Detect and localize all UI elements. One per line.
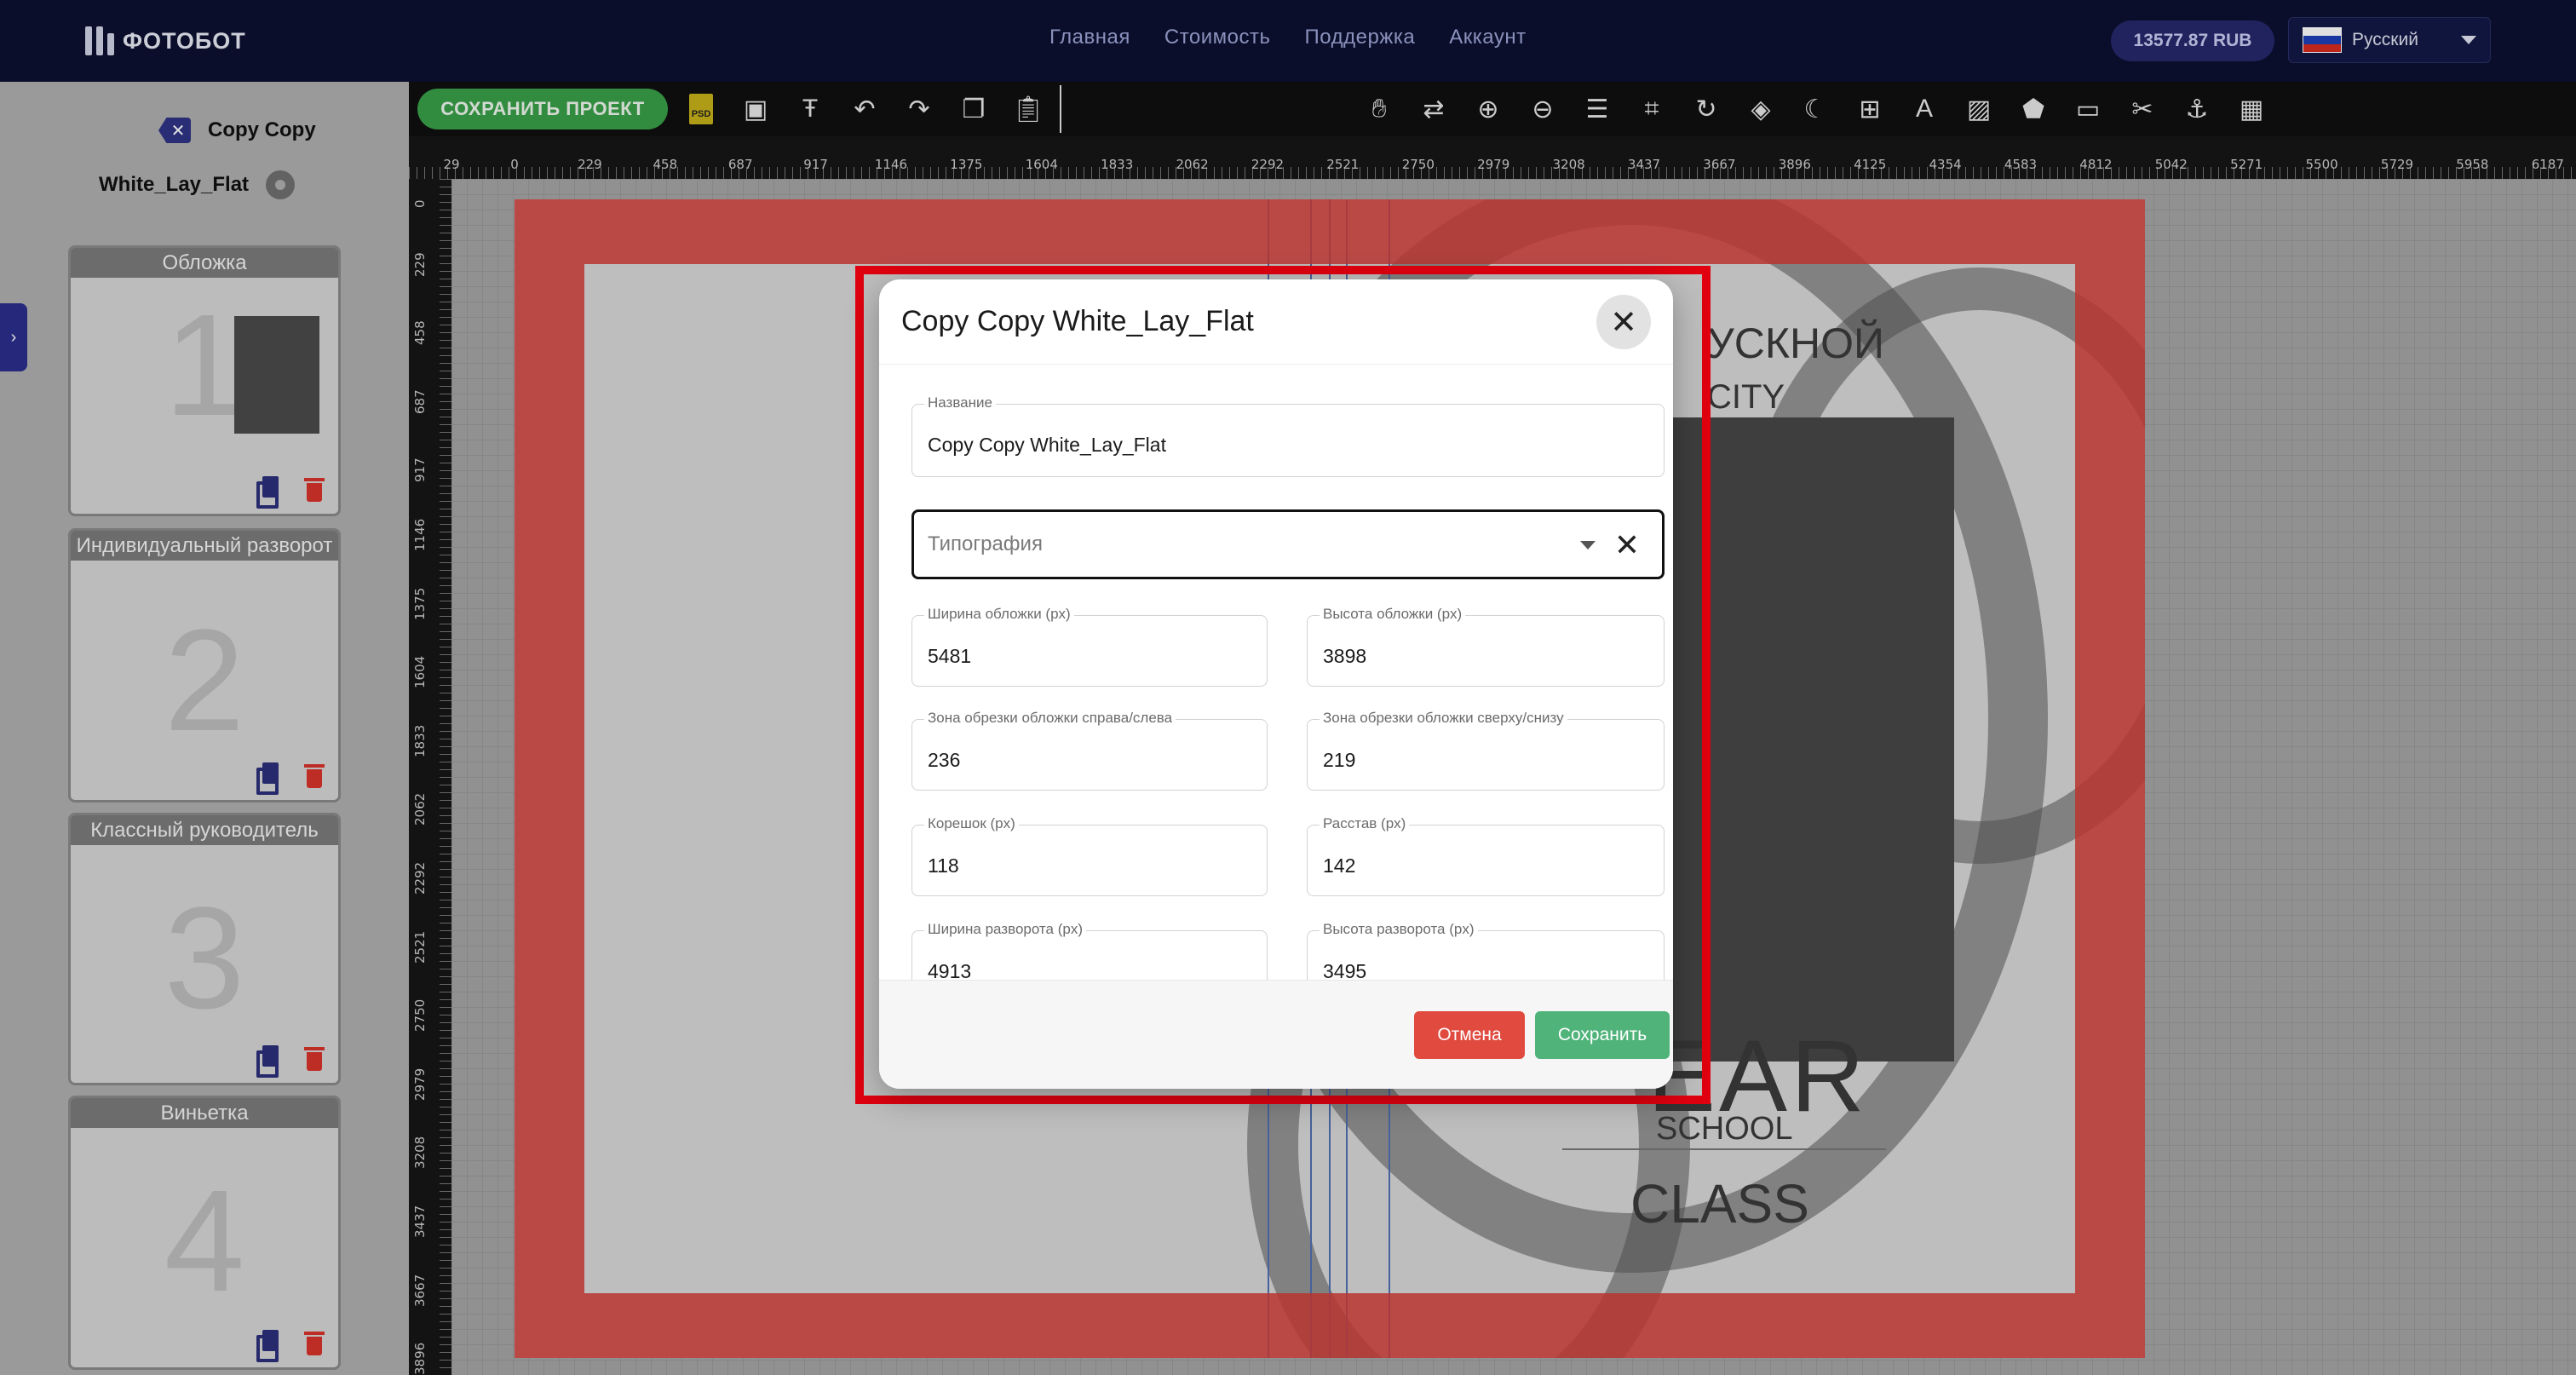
name-field[interactable]: Название Copy Copy White_Lay_Flat bbox=[911, 394, 1665, 477]
field-value: 142 bbox=[1323, 854, 1356, 877]
field-value: 5481 bbox=[928, 645, 972, 667]
spine-field[interactable]: Корешок (px) 118 bbox=[911, 815, 1268, 896]
field-value: 236 bbox=[928, 749, 961, 771]
spacing-field[interactable]: Расстав (px) 142 bbox=[1307, 815, 1665, 896]
chevron-down-icon[interactable] bbox=[1580, 541, 1596, 549]
field-label: Расстав (px) bbox=[1320, 815, 1410, 832]
cover-bleed-lr-field[interactable]: Зона обрезки обложки справа/слева 236 bbox=[911, 710, 1268, 791]
cover-height-field[interactable]: Высота обложки (px) 3898 bbox=[1307, 606, 1665, 687]
field-label: Ширина разворота (px) bbox=[924, 921, 1086, 938]
typography-select[interactable]: Типография ✕ bbox=[911, 509, 1665, 579]
name-field-value: Copy Copy White_Lay_Flat bbox=[928, 434, 1166, 456]
cancel-button[interactable]: Отмена bbox=[1414, 1011, 1525, 1059]
field-label: Зона обрезки обложки сверху/снизу bbox=[1320, 710, 1567, 727]
field-label: Высота обложки (px) bbox=[1320, 606, 1466, 623]
dialog-header: Copy Copy White_Lay_Flat ✕ bbox=[879, 279, 1673, 365]
field-label: Корешок (px) bbox=[924, 815, 1019, 832]
field-value: 118 bbox=[928, 854, 959, 877]
dialog-title: Copy Copy White_Lay_Flat bbox=[901, 305, 1254, 337]
save-button[interactable]: Сохранить bbox=[1535, 1011, 1670, 1059]
field-value: 219 bbox=[1323, 749, 1356, 771]
clear-icon[interactable]: ✕ bbox=[1614, 527, 1640, 563]
cover-width-field[interactable]: Ширина обложки (px) 5481 bbox=[911, 606, 1268, 687]
cover-bleed-tb-field[interactable]: Зона обрезки обложки сверху/снизу 219 bbox=[1307, 710, 1665, 791]
typography-placeholder: Типография bbox=[928, 532, 1043, 555]
name-field-label: Название bbox=[924, 394, 996, 411]
field-label: Ширина обложки (px) bbox=[924, 606, 1074, 623]
field-value: 3898 bbox=[1323, 645, 1367, 667]
field-label: Зона обрезки обложки справа/слева bbox=[924, 710, 1176, 727]
dialog-footer: Отмена Сохранить bbox=[879, 980, 1673, 1089]
project-settings-dialog: Copy Copy White_Lay_Flat ✕ Название Copy… bbox=[879, 279, 1673, 1089]
field-label: Высота разворота (px) bbox=[1320, 921, 1478, 938]
close-icon[interactable]: ✕ bbox=[1596, 295, 1651, 349]
